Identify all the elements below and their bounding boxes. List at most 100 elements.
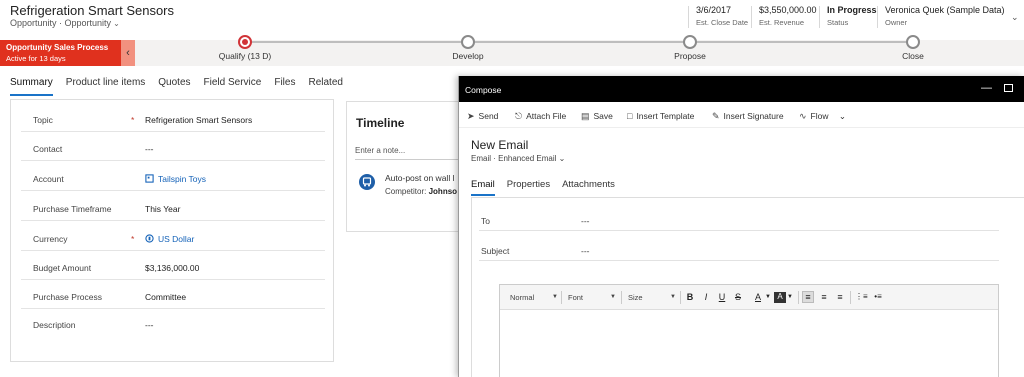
purchase-process-row[interactable]: Purchase Process Committee <box>21 280 325 309</box>
owner-field: Veronica Quek (Sample Data) Owner <box>885 5 1005 27</box>
chevron-down-icon[interactable]: ⌄ <box>839 111 846 121</box>
stage-circle-icon[interactable] <box>906 35 920 49</box>
send-label: Send <box>478 111 499 121</box>
note-input[interactable]: Enter a note... <box>355 146 405 155</box>
description-row[interactable]: Description --- <box>21 308 325 337</box>
field-label: Budget Amount <box>33 263 92 273</box>
form-selector[interactable]: Opportunity <box>65 18 112 28</box>
email-title: New Email <box>471 138 529 152</box>
align-center-icon[interactable]: ≡ <box>818 292 830 302</box>
send-button[interactable]: ➤ Send <box>467 111 498 122</box>
subject-field[interactable]: --- <box>581 246 590 256</box>
purchase-timeframe-row[interactable]: Purchase Timeframe This Year <box>21 192 325 221</box>
email-form-selector[interactable]: Enhanced Email <box>498 154 556 163</box>
caret-down-icon: ▼ <box>552 294 558 300</box>
process-track-line <box>245 41 915 43</box>
account-row[interactable]: Account Tailspin Toys <box>21 162 325 191</box>
required-marker: * <box>131 234 135 244</box>
insert-template-button[interactable]: □ Insert Template <box>627 111 694 121</box>
budget-amount-value[interactable]: $3,136,000.00 <box>145 263 199 273</box>
purchase-process-value[interactable]: Committee <box>145 292 186 302</box>
header-divider <box>819 6 820 28</box>
description-value[interactable]: --- <box>145 320 154 330</box>
signature-icon: ✎ <box>712 111 720 121</box>
topic-row[interactable]: Topic * Refrigeration Smart Sensors <box>21 103 325 132</box>
tab-quotes[interactable]: Quotes <box>158 77 190 96</box>
tab-attachments[interactable]: Attachments <box>562 179 615 196</box>
underline-button[interactable]: U <box>716 292 728 302</box>
expand-header-chevron-icon[interactable]: ⌄ <box>1011 12 1019 23</box>
record-header: Refrigeration Smart Sensors Opportunity … <box>0 0 1024 34</box>
stage-circle-icon[interactable] <box>683 35 697 49</box>
tab-properties[interactable]: Properties <box>507 179 550 196</box>
tab-related[interactable]: Related <box>308 77 342 96</box>
header-divider <box>688 6 689 28</box>
caret-down-icon: ▼ <box>670 294 676 300</box>
account-icon <box>145 174 154 183</box>
send-icon: ➤ <box>467 111 475 121</box>
field-label: Account <box>33 174 64 184</box>
flow-button[interactable]: ∿ Flow ⌄ <box>799 111 846 122</box>
currency-icon <box>145 234 154 243</box>
tab-field-service[interactable]: Field Service <box>204 77 262 96</box>
est-close-date-field: 3/6/2017 Est. Close Date <box>696 5 748 27</box>
paragraph-format-dropdown[interactable]: Normal ▼ <box>510 293 558 302</box>
toolbar-divider <box>680 291 681 304</box>
tab-email[interactable]: Email <box>471 179 495 196</box>
attach-file-button[interactable]: ⎋ Attach File <box>515 111 566 122</box>
font-value: Font <box>568 293 584 302</box>
bulleted-list-icon[interactable]: •≡ <box>872 292 884 301</box>
timeline-post-detail: Competitor: Johnso <box>385 187 457 196</box>
chevron-down-icon[interactable]: ⌄ <box>559 154 566 163</box>
to-field[interactable]: --- <box>581 216 590 226</box>
subject-row[interactable]: Subject --- <box>479 233 999 261</box>
currency-link[interactable]: US Dollar <box>158 234 194 244</box>
italic-button[interactable]: I <box>700 292 712 302</box>
editor-toolbar: Normal ▼ Font ▼ Size ▼ B I U S A ▼ A ▼ ≡ ≡ … <box>500 285 998 310</box>
font-dropdown[interactable]: Font ▼ <box>568 293 616 302</box>
account-value[interactable]: Tailspin Toys <box>145 174 206 184</box>
align-right-icon[interactable]: ≡ <box>834 292 846 302</box>
tab-summary[interactable]: Summary <box>10 77 53 96</box>
insert-signature-button[interactable]: ✎ Insert Signature <box>712 111 784 122</box>
compose-command-bar: ➤ Send ⎋ Attach File ▤ Save □ Insert Templat… <box>459 102 1024 128</box>
currency-row[interactable]: Currency * US Dollar <box>21 222 325 251</box>
minimize-icon[interactable]: — <box>981 82 992 94</box>
collapse-process-chevron-icon[interactable]: ‹ <box>121 40 135 66</box>
caret-down-icon[interactable]: ▼ <box>784 294 796 300</box>
contact-row[interactable]: Contact --- <box>21 132 325 161</box>
tab-files[interactable]: Files <box>274 77 295 96</box>
account-link[interactable]: Tailspin Toys <box>158 174 206 184</box>
flow-label: Flow <box>810 111 829 121</box>
stage-circle-icon[interactable] <box>461 35 475 49</box>
contact-value[interactable]: --- <box>145 144 154 154</box>
purchase-timeframe-value[interactable]: This Year <box>145 204 180 214</box>
note-underline <box>355 159 470 160</box>
status-field: In Progress Status <box>827 5 877 27</box>
strikethrough-button[interactable]: S <box>732 292 744 302</box>
process-flag[interactable]: Opportunity Sales Process Active for 13 … <box>0 40 121 66</box>
to-row[interactable]: To --- <box>479 203 999 231</box>
caret-down-icon[interactable]: ▼ <box>762 294 774 300</box>
save-label: Save <box>593 111 613 121</box>
chevron-down-icon[interactable]: ⌄ <box>113 19 120 28</box>
stage-label: Qualify (13 D) <box>218 51 272 61</box>
maximize-icon[interactable] <box>1004 84 1013 92</box>
currency-value[interactable]: US Dollar <box>145 234 194 244</box>
owner-link[interactable]: Veronica Quek (Sample Data) <box>885 5 1005 15</box>
rich-text-editor[interactable]: Normal ▼ Font ▼ Size ▼ B I U S A ▼ A ▼ ≡ ≡ … <box>499 284 999 377</box>
active-stage-icon[interactable] <box>238 35 252 49</box>
topic-value[interactable]: Refrigeration Smart Sensors <box>145 115 252 125</box>
font-size-dropdown[interactable]: Size ▼ <box>628 293 676 302</box>
align-left-icon[interactable]: ≡ <box>802 291 814 303</box>
tab-product-line-items[interactable]: Product line items <box>66 77 145 96</box>
timeline-post-text[interactable]: Auto-post on wall l <box>385 173 454 183</box>
field-label: Purchase Timeframe <box>33 204 112 214</box>
business-process-flow: Opportunity Sales Process Active for 13 … <box>0 35 1024 66</box>
field-label: Description <box>33 320 76 330</box>
save-button[interactable]: ▤ Save <box>581 111 613 122</box>
numbered-list-icon[interactable]: ⋮≡ <box>855 292 868 301</box>
budget-amount-row[interactable]: Budget Amount $3,136,000.00 <box>21 251 325 280</box>
record-subtitle: Opportunity · Opportunity ⌄ <box>10 18 120 28</box>
bold-button[interactable]: B <box>684 292 696 302</box>
